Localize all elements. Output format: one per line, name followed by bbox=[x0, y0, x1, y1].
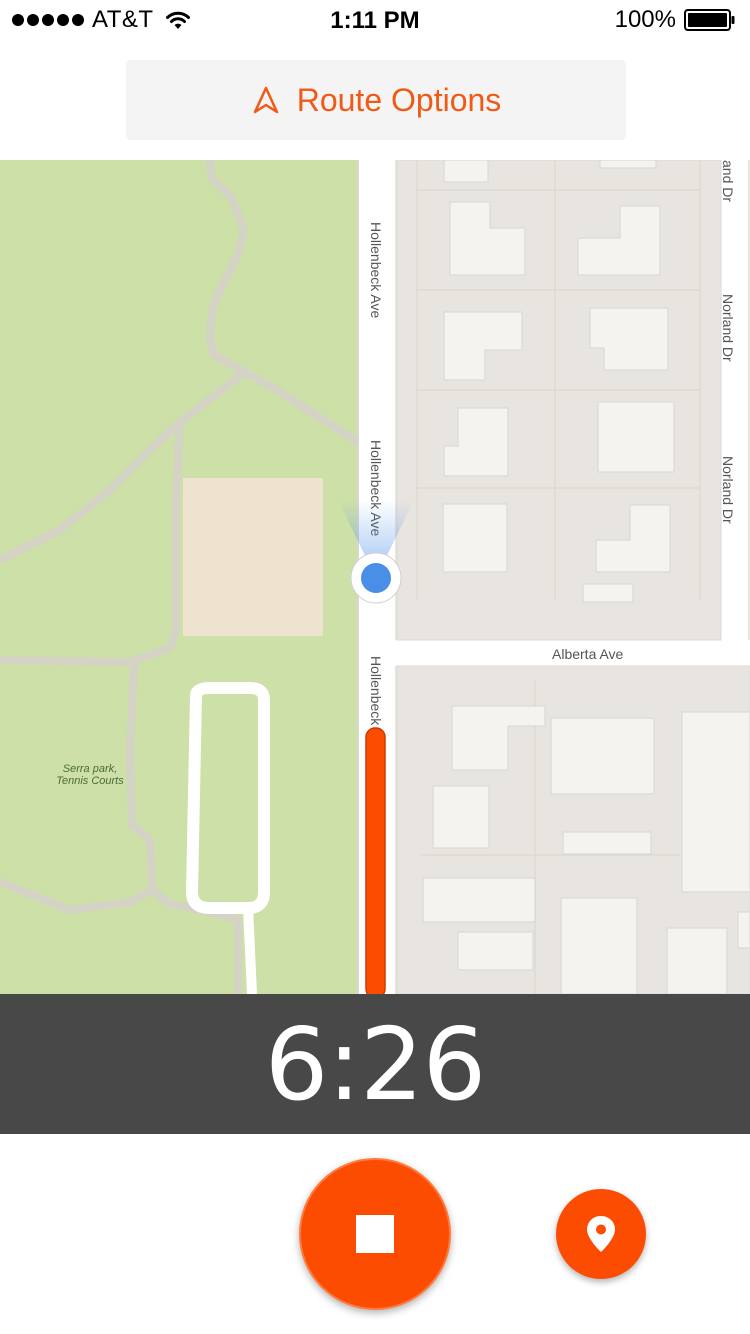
svg-text:Serra park,: Serra park, bbox=[63, 763, 117, 775]
map-canvas[interactable]: Hollenbeck Ave Hollenbeck Ave Hollenbeck… bbox=[0, 160, 750, 994]
street-label-norland: Norland Dr bbox=[720, 294, 736, 362]
status-bar: AT&T 1:11 PM 100% bbox=[0, 0, 750, 40]
poi-label: Serra park, Tennis Courts bbox=[56, 763, 124, 787]
battery-percentage: 100% bbox=[614, 6, 676, 33]
street-label-norland: and Dr bbox=[720, 160, 736, 202]
battery-full-icon bbox=[684, 9, 735, 31]
location-pin-icon bbox=[587, 1216, 615, 1252]
status-right: 100% bbox=[614, 6, 736, 33]
current-location-marker bbox=[350, 552, 402, 604]
route-options-label: Route Options bbox=[296, 81, 502, 118]
route-trace bbox=[365, 727, 386, 994]
street-label-hollenbeck: Hollenbeck Ave bbox=[368, 222, 384, 318]
street-label-hollenbeck: Hollenbeck bbox=[368, 656, 384, 726]
stop-button[interactable] bbox=[299, 1158, 451, 1310]
location-pin-button[interactable] bbox=[556, 1189, 646, 1279]
svg-text:Tennis Courts: Tennis Courts bbox=[56, 775, 124, 787]
street-label-norland: Norland Dr bbox=[720, 456, 736, 524]
timer-bar: 6:26 bbox=[0, 994, 750, 1134]
stop-icon bbox=[356, 1215, 394, 1253]
elapsed-time: 6:26 bbox=[264, 1005, 487, 1123]
map-view[interactable]: Hollenbeck Ave Hollenbeck Ave Hollenbeck… bbox=[0, 160, 750, 994]
navigation-arrow-icon bbox=[253, 86, 278, 114]
street-label-alberta: Alberta Ave bbox=[552, 646, 624, 662]
tennis-court-area bbox=[183, 478, 323, 636]
route-options-button[interactable]: Route Options bbox=[126, 60, 626, 140]
